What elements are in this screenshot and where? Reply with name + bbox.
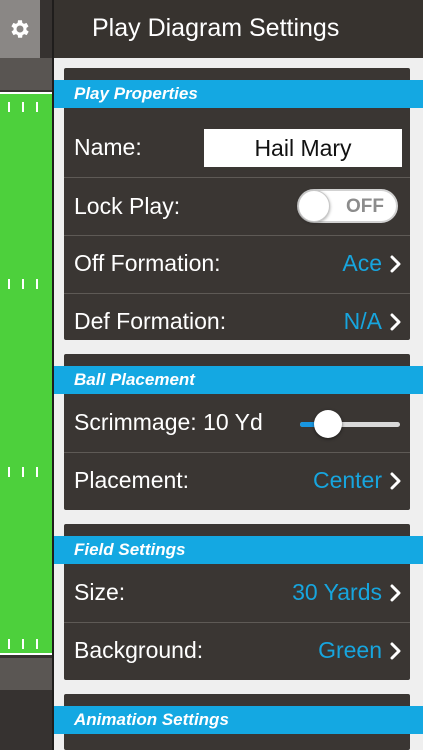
off-formation-value: Ace [342, 250, 382, 276]
background-value: Green [318, 637, 382, 663]
def-formation-label: Def Formation: [74, 308, 227, 334]
section-header-animation-settings: Animation Settings [54, 706, 423, 734]
def-formation-value: N/A [343, 308, 382, 334]
name-row: Name: Hail Mary [64, 119, 410, 177]
scrimmage-slider[interactable] [300, 409, 400, 439]
lock-play-row: Lock Play: OFF [64, 178, 410, 236]
preview-bottom-bar [0, 658, 54, 690]
yard-hash-marks [8, 102, 38, 112]
section-header-ball-placement: Ball Placement [54, 366, 423, 394]
play-name-input[interactable]: Hail Mary [204, 129, 402, 167]
chevron-right-icon [390, 584, 401, 602]
size-value: 30 Yards [292, 579, 382, 605]
background-row[interactable]: Background: Green [64, 622, 410, 680]
section-header-field-settings: Field Settings [54, 536, 423, 564]
off-formation-label: Off Formation: [74, 250, 221, 276]
settings-header: Play Diagram Settings [54, 0, 423, 58]
off-formation-row[interactable]: Off Formation: Ace [64, 235, 410, 293]
lock-play-toggle[interactable]: OFF [297, 189, 398, 223]
chevron-right-icon [390, 313, 401, 331]
yard-hash-marks [8, 639, 38, 649]
chevron-right-icon [390, 255, 401, 273]
background-label: Background: [74, 637, 204, 663]
page-title: Play Diagram Settings [92, 14, 340, 42]
slider-thumb[interactable] [314, 410, 342, 438]
settings-panel[interactable]: Play Properties Name: Hail Mary Lock Pla… [54, 58, 423, 750]
yard-hash-marks [8, 279, 38, 289]
lock-play-label: Lock Play: [74, 193, 181, 219]
field-preview[interactable] [0, 92, 52, 655]
toggle-knob [298, 190, 330, 222]
toggle-state-text: OFF [346, 196, 384, 217]
name-label: Name: [74, 134, 142, 160]
chevron-right-icon [390, 472, 401, 490]
placement-value: Center [312, 467, 382, 493]
ball-placement-group: Ball Placement Scrimmage: 10 Yd Placemen… [54, 354, 423, 510]
size-row[interactable]: Size: 30 Yards [64, 564, 410, 622]
placement-row[interactable]: Placement: Center [64, 452, 410, 510]
size-label: Size: [74, 579, 126, 605]
yard-hash-marks [8, 467, 38, 477]
field-settings-group: Field Settings Size: 30 Yards Background… [54, 524, 423, 680]
placement-label: Placement: [74, 467, 190, 493]
scrimmage-label: Scrimmage: 10 Yd [74, 409, 263, 435]
section-header-play-properties: Play Properties [54, 80, 423, 108]
settings-button[interactable] [0, 0, 40, 58]
def-formation-row[interactable]: Def Formation: N/A [64, 293, 410, 351]
gear-icon [11, 20, 29, 38]
play-properties-group: Play Properties Name: Hail Mary Lock Pla… [54, 68, 423, 340]
preview-top-bar [0, 58, 54, 90]
diagram-preview-strip [0, 0, 54, 750]
chevron-right-icon [390, 642, 401, 660]
animation-settings-group: Animation Settings [54, 694, 423, 750]
scrimmage-row: Scrimmage: 10 Yd [64, 394, 410, 452]
